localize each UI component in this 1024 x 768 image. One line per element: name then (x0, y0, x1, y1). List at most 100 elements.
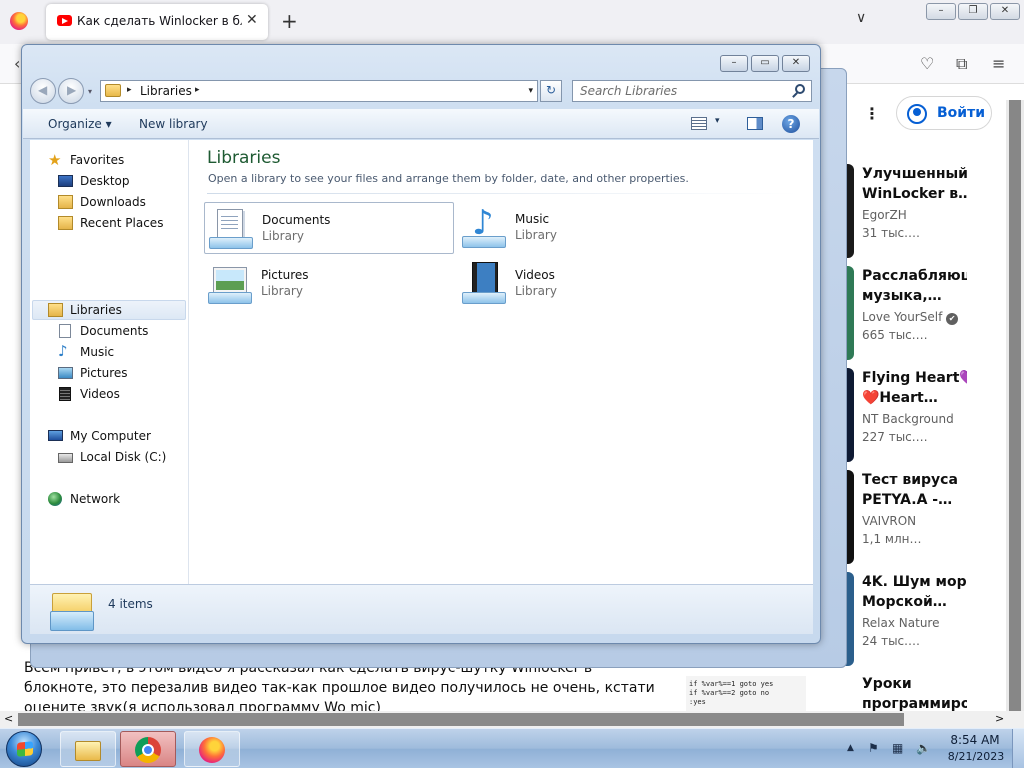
horizontal-scrollbar[interactable]: < > (0, 711, 1024, 728)
maximize-button[interactable]: ▭ (751, 55, 779, 72)
related-video-item[interactable]: Улучшенный WinLocker в… EgorZH 31 тыс.… (834, 164, 1014, 266)
clock-time[interactable]: 8:54 AM (950, 733, 1000, 747)
browser-minimize-button[interactable]: – (926, 3, 956, 20)
related-video-item[interactable]: Расслабляюща музыка,… Love YourSelf ✔ 66… (834, 266, 1014, 368)
nav-downloads[interactable]: Downloads (58, 192, 178, 212)
nav-local-disk[interactable]: Local Disk (C:) (58, 447, 183, 467)
pictures-icon (58, 367, 73, 379)
help-icon[interactable]: ? (782, 115, 800, 133)
related-video-item[interactable]: Тест вируса PETYA.A -… VAIVRON 1,1 млн… (834, 470, 1014, 572)
video-title[interactable]: Тест вируса (862, 470, 967, 490)
item-count: 4 items (108, 597, 153, 611)
back-button[interactable]: ◀ (30, 78, 56, 104)
network-status-icon[interactable]: ▦ (892, 741, 903, 755)
sign-in-button[interactable]: Войти (896, 96, 992, 130)
nav-music[interactable]: ♪ Music (58, 342, 178, 362)
browser-close-button[interactable]: ✕ (990, 3, 1020, 20)
taskbar-explorer-button[interactable] (60, 731, 116, 767)
nav-libraries[interactable]: Libraries (48, 300, 178, 320)
new-tab-button[interactable]: + (281, 9, 298, 33)
extensions-icon[interactable]: ⧉ (956, 54, 967, 74)
change-view-icon[interactable] (691, 117, 707, 130)
page-scrollbar-thumb[interactable] (1009, 100, 1021, 715)
organize-button[interactable]: Organize ▾ (48, 117, 112, 131)
forward-button[interactable]: ▶ (58, 78, 84, 104)
video-title[interactable]: Морской… (862, 592, 967, 612)
scroll-right-icon[interactable]: > (995, 712, 1004, 725)
youtube-related-videos: ⋮ Войти Улучшенный WinLocker в… EgorZH 3… (834, 84, 1014, 728)
horizontal-scrollbar-thumb[interactable] (18, 713, 904, 726)
start-button[interactable] (6, 731, 42, 767)
nav-my-computer[interactable]: My Computer (48, 426, 183, 446)
library-documents[interactable]: Documents Library (204, 202, 454, 254)
clock-date[interactable]: 8/21/2023 (945, 750, 1007, 763)
browser-restore-button[interactable]: ❐ (958, 3, 988, 20)
page-scrollbar[interactable] (1006, 100, 1024, 715)
nav-label: Downloads (80, 195, 146, 209)
new-library-button[interactable]: New library (139, 117, 208, 131)
menu-hamburger-icon[interactable]: ≡ (992, 54, 1005, 73)
show-desktop-button[interactable] (1012, 729, 1024, 768)
preview-pane-icon[interactable] (747, 117, 763, 130)
taskbar-firefox-button[interactable] (184, 731, 240, 767)
breadcrumb-chevron-icon[interactable]: ▸ (127, 85, 132, 95)
close-button[interactable]: ✕ (782, 55, 810, 72)
video-title[interactable]: Уроки (862, 674, 967, 694)
pocket-icon[interactable]: ♡ (920, 54, 934, 73)
nav-favorites[interactable]: ★ Favorites (48, 150, 178, 170)
taskbar-chrome-button[interactable] (120, 731, 176, 767)
verified-icon: ✔ (946, 313, 959, 325)
close-tab-icon[interactable]: ✕ (246, 12, 258, 28)
recent-pages-dropdown[interactable]: ▾ (88, 87, 92, 96)
nav-documents[interactable]: Documents (58, 321, 178, 341)
refresh-button[interactable]: ↻ (540, 80, 562, 102)
more-options-icon[interactable]: ⋮ (864, 104, 880, 123)
search-icon[interactable] (795, 84, 805, 94)
account-icon (907, 104, 927, 124)
library-pictures[interactable]: Pictures Library (204, 258, 454, 310)
scroll-left-icon[interactable]: < (4, 712, 13, 725)
list-all-tabs-button[interactable]: ∨ (856, 10, 866, 26)
firefox-logo-icon[interactable] (10, 12, 28, 30)
video-title[interactable]: музыка,… (862, 286, 967, 306)
details-pane: 4 items (30, 584, 813, 634)
back-arrow-icon[interactable]: ‹ (14, 54, 20, 73)
related-video-item[interactable]: 4K. Шум моря. Морской… Relax Nature 24 т… (834, 572, 1014, 674)
description-code-image: if %var%==1 goto yes if %var%==2 goto no… (686, 676, 806, 712)
nav-desktop[interactable]: Desktop (58, 171, 178, 191)
library-type: Library (515, 228, 557, 242)
browser-tab-active[interactable]: Как сделать Winlocker в блокн ✕ (46, 4, 268, 40)
documents-icon (59, 324, 71, 338)
breadcrumb-chevron-icon[interactable]: ▸ (195, 85, 200, 95)
nav-label: Videos (80, 387, 120, 401)
video-title[interactable]: Улучшенный (862, 164, 967, 184)
video-title[interactable]: WinLocker в… (862, 184, 967, 204)
library-videos[interactable]: Videos Library (458, 258, 708, 310)
video-title[interactable]: 4K. Шум моря. (862, 572, 967, 592)
nav-label: Music (80, 345, 115, 359)
address-dropdown-icon[interactable]: ▾ (528, 86, 533, 96)
network-icon (48, 492, 62, 506)
address-bar[interactable]: ▸ Libraries ▸ ▾ (100, 80, 538, 102)
page-subtitle: Open a library to see your files and arr… (208, 172, 689, 185)
breadcrumb-libraries[interactable]: Libraries (140, 84, 192, 98)
nav-pictures[interactable]: Pictures (58, 363, 178, 383)
related-video-item[interactable]: Flying Heart💜 ❤️Heart… NT Background 227… (834, 368, 1014, 470)
minimize-button[interactable]: – (720, 55, 748, 72)
nav-label: Local Disk (C:) (80, 450, 167, 464)
library-music[interactable]: ♪ Music Library (458, 202, 708, 254)
video-title[interactable]: PETYA.A -… (862, 490, 967, 510)
video-title[interactable]: Flying Heart💜 (862, 368, 967, 388)
show-hidden-icons-button[interactable]: ▲ (847, 743, 854, 753)
nav-videos[interactable]: Videos (58, 384, 178, 404)
nav-network[interactable]: Network (48, 489, 178, 509)
video-title[interactable]: ❤️Heart… (862, 388, 967, 408)
action-center-icon[interactable]: ⚑ (868, 741, 879, 755)
search-input[interactable]: Search Libraries (572, 80, 812, 102)
view-options-dropdown[interactable]: ▾ (715, 116, 720, 126)
code-line: if %var%==2 goto no (689, 689, 770, 697)
video-title[interactable]: Расслабляюща (862, 266, 967, 286)
star-icon: ★ (48, 151, 62, 169)
volume-muted-icon[interactable]: 🔈 (916, 741, 931, 755)
nav-recent-places[interactable]: Recent Places (58, 213, 183, 233)
